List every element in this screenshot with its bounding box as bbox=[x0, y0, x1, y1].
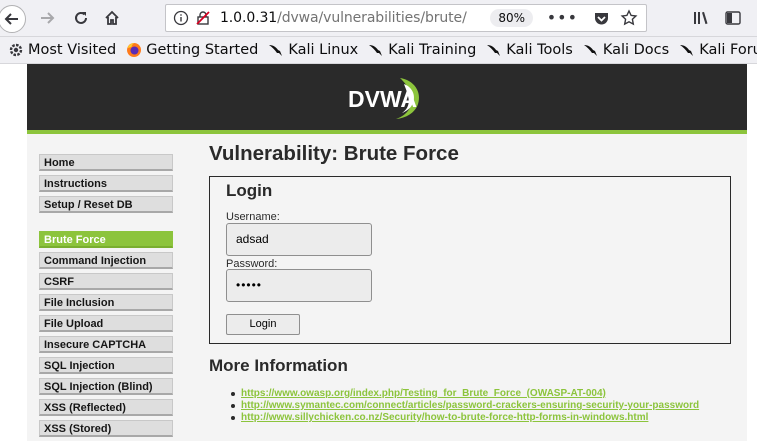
bookmark-getting-started[interactable]: Getting Started bbox=[126, 42, 258, 58]
symantec-link[interactable]: http://www.symantec.com/connect/articles… bbox=[241, 400, 699, 411]
menu-item-xss-reflected[interactable]: XSS (Reflected) bbox=[39, 399, 173, 416]
url-bar[interactable]: 1.0.0.31/dvwa/vulnerabilities/brute/ 80%… bbox=[165, 4, 647, 32]
url-path: /dvwa/vulnerabilities/brute/ bbox=[277, 10, 467, 26]
username-label: Username: bbox=[226, 211, 280, 223]
back-button[interactable] bbox=[0, 5, 26, 33]
menu-item-xss-stored[interactable]: XSS (Stored) bbox=[39, 420, 173, 437]
reload-icon bbox=[75, 11, 87, 24]
menu-item-insecure-captcha[interactable]: Insecure CAPTCHA bbox=[39, 336, 173, 353]
bookmark-label: Kali Tools bbox=[506, 42, 573, 58]
menu-item-brute-force[interactable]: Brute Force bbox=[39, 231, 173, 248]
menu-item-sql-injection[interactable]: SQL Injection bbox=[39, 357, 173, 374]
login-button[interactable]: Login bbox=[226, 314, 300, 335]
bookmark-label: Kali Forums bbox=[699, 42, 757, 58]
menu-item-csrf[interactable]: CSRF bbox=[39, 273, 173, 290]
menu-item-command-injection[interactable]: Command Injection bbox=[39, 252, 173, 269]
kali-dragon-icon bbox=[269, 45, 283, 56]
bookmark-kali-training[interactable]: Kali Training bbox=[368, 42, 476, 58]
page-title: Vulnerability: Brute Force bbox=[209, 142, 459, 165]
main-menu: Home Instructions Setup / Reset DB Brute… bbox=[39, 154, 175, 441]
firefox-icon bbox=[127, 43, 142, 57]
more-information-links: https://www.owasp.org/index.php/Testing_… bbox=[229, 388, 699, 424]
reload-button[interactable] bbox=[68, 5, 94, 31]
menu-item-file-inclusion[interactable]: File Inclusion bbox=[39, 294, 173, 311]
logo-text: DVWA bbox=[348, 86, 417, 112]
more-information-heading: More Information bbox=[209, 356, 348, 375]
sidebar-toggle-icon[interactable] bbox=[724, 9, 742, 27]
bookmark-label: Getting Started bbox=[146, 42, 259, 58]
list-item: http://www.sillychicken.co.nz/Security/h… bbox=[229, 412, 699, 424]
bookmark-kali-docs[interactable]: Kali Docs bbox=[583, 42, 669, 58]
browser-toolbar: 1.0.0.31/dvwa/vulnerabilities/brute/ 80%… bbox=[0, 0, 757, 37]
bookmark-label: Most Visited bbox=[28, 42, 117, 58]
kali-dragon-icon bbox=[369, 45, 383, 56]
library-icon[interactable] bbox=[692, 9, 710, 27]
bookmark-kali-forums[interactable]: Kali Forums bbox=[679, 42, 757, 58]
bookmark-label: Kali Linux bbox=[288, 42, 359, 58]
forward-arrow-icon bbox=[41, 12, 55, 24]
menu-item-file-upload[interactable]: File Upload bbox=[39, 315, 173, 332]
home-button[interactable] bbox=[99, 5, 125, 31]
pocket-icon[interactable] bbox=[593, 10, 610, 27]
bookmark-label: Kali Training bbox=[388, 42, 477, 58]
login-heading: Login bbox=[226, 181, 273, 200]
home-icon bbox=[105, 10, 119, 25]
forward-button[interactable] bbox=[34, 5, 60, 31]
info-icon[interactable] bbox=[173, 10, 189, 26]
list-item: http://www.symantec.com/connect/articles… bbox=[229, 400, 699, 412]
dvwa-header: DVWA bbox=[27, 64, 747, 134]
menu-item-instructions[interactable]: Instructions bbox=[39, 175, 173, 192]
kali-dragon-icon bbox=[680, 45, 694, 56]
kali-dragon-icon bbox=[487, 45, 501, 56]
dvwa-page: DVWA Home Instructions Setup / Reset DB … bbox=[27, 64, 747, 441]
insecure-lock-icon[interactable] bbox=[195, 10, 211, 26]
bookmark-star-icon[interactable] bbox=[620, 9, 638, 27]
owasp-link[interactable]: https://www.owasp.org/index.php/Testing_… bbox=[241, 388, 606, 399]
url-text[interactable]: 1.0.0.31/dvwa/vulnerabilities/brute/ bbox=[220, 10, 467, 26]
list-item: https://www.owasp.org/index.php/Testing_… bbox=[229, 388, 699, 400]
bookmark-most-visited[interactable]: Most Visited bbox=[8, 42, 116, 58]
zoom-level-badge[interactable]: 80% bbox=[490, 9, 533, 27]
page-actions-menu-icon[interactable]: ••• bbox=[547, 8, 578, 27]
menu-item-setup-reset-db[interactable]: Setup / Reset DB bbox=[39, 196, 173, 213]
username-input[interactable]: adsad bbox=[226, 223, 372, 256]
menu-item-home[interactable]: Home bbox=[39, 154, 173, 171]
bookmark-label: Kali Docs bbox=[602, 42, 670, 58]
bookmarks-toolbar: Most Visited Getting Started Kali Linux … bbox=[0, 37, 757, 64]
login-form: Login Username: adsad Password: ••••• Lo… bbox=[209, 176, 731, 344]
password-input[interactable]: ••••• bbox=[226, 269, 372, 302]
sillychicken-link[interactable]: http://www.sillychicken.co.nz/Security/h… bbox=[241, 412, 648, 423]
menu-item-sql-injection-blind[interactable]: SQL Injection (Blind) bbox=[39, 378, 173, 395]
url-host: 1.0.0.31 bbox=[220, 10, 278, 26]
main-body: Vulnerability: Brute Force Login Usernam… bbox=[209, 142, 739, 423]
bookmark-kali-linux[interactable]: Kali Linux bbox=[268, 42, 358, 58]
dvwa-logo[interactable]: DVWA bbox=[342, 70, 432, 126]
gear-icon bbox=[9, 43, 23, 57]
back-arrow-icon bbox=[4, 13, 18, 25]
kali-dragon-icon bbox=[583, 45, 597, 56]
bookmark-kali-tools[interactable]: Kali Tools bbox=[486, 42, 573, 58]
menu-spacer bbox=[39, 217, 175, 231]
